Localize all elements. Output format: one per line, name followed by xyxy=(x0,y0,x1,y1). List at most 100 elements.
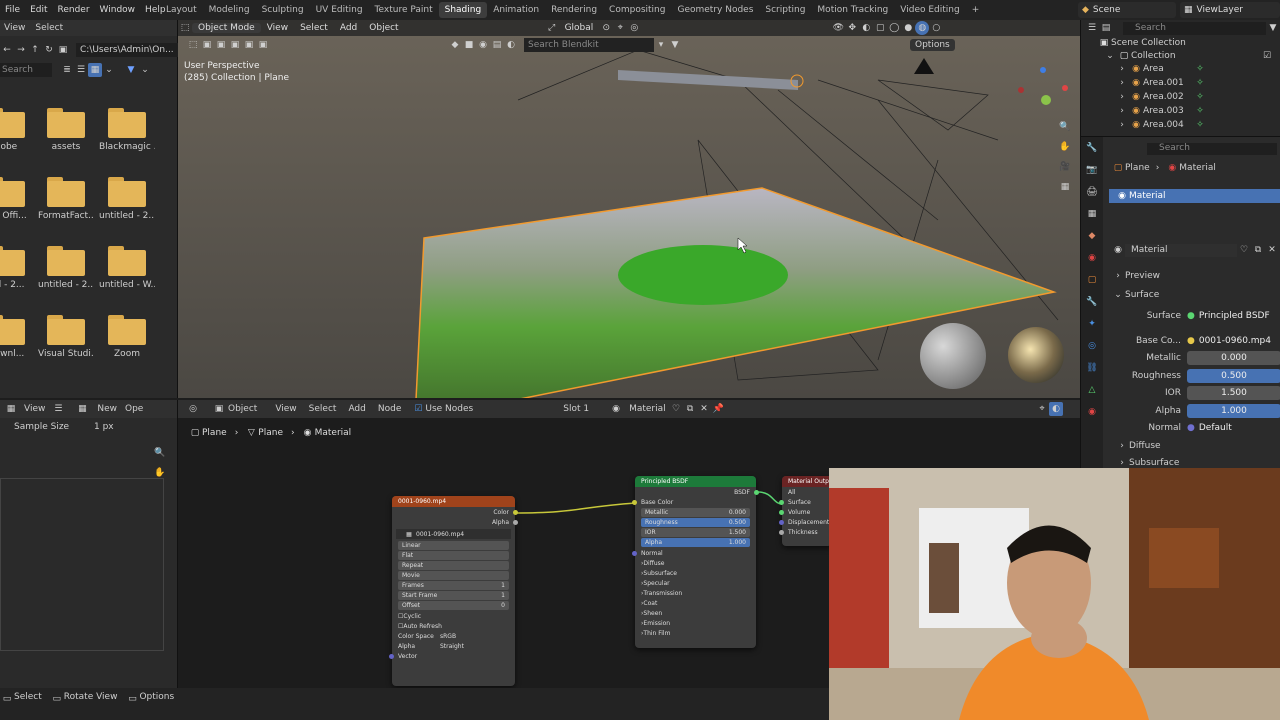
tab-scripting[interactable]: Scripting xyxy=(759,2,811,18)
folder-item[interactable]: untitled - 2... xyxy=(38,246,94,290)
filter-icon[interactable]: ▼ xyxy=(124,63,138,77)
grid-toggle-icon[interactable]: ▦ xyxy=(1058,180,1072,194)
panel-expand-icon[interactable]: › xyxy=(1115,439,1129,453)
folder-item[interactable]: Zoom xyxy=(99,315,155,359)
metallic-slider[interactable]: 0.000 xyxy=(1187,351,1280,365)
panel-coat[interactable]: › Coat xyxy=(635,598,756,608)
principled-bsdf-node[interactable]: Principled BSDF BSDF Base Color Metallic… xyxy=(632,476,759,648)
vp-menu-select[interactable]: Select xyxy=(294,23,334,33)
select-mode-intersect-icon[interactable]: ▣ xyxy=(256,38,270,52)
tab-shading[interactable]: Shading xyxy=(438,2,488,18)
viewport-scene[interactable] xyxy=(178,20,1080,398)
fake-user-icon[interactable]: ♡ xyxy=(1237,243,1251,257)
xray-icon[interactable]: ▢ xyxy=(873,21,887,35)
alpha-slider[interactable]: Alpha 1.000 xyxy=(641,538,750,547)
tab-modeling[interactable]: Modeling xyxy=(203,2,256,18)
folder-item[interactable]: led - 2... xyxy=(0,246,34,290)
expand-icon[interactable]: › xyxy=(1115,76,1129,90)
proportional-edit-icon[interactable]: ◎ xyxy=(627,21,641,35)
color-space-row[interactable]: Color Space sRGB xyxy=(392,631,515,641)
folder-item[interactable]: FormatFact... xyxy=(38,177,94,221)
start-frame-field[interactable]: Start Frame 1 xyxy=(398,591,509,600)
zoom-icon[interactable]: 🔍 xyxy=(1058,120,1072,134)
frames-field[interactable]: Frames 1 xyxy=(398,581,509,590)
folder-item[interactable]: untitled - W... xyxy=(99,246,155,290)
blendkit-models-icon[interactable]: ■ xyxy=(462,38,476,52)
display-mode-icon[interactable]: ▤ xyxy=(1099,21,1113,35)
target-dropdown[interactable]: All xyxy=(782,487,832,497)
image-editor-type-icon[interactable]: ▦ xyxy=(4,402,18,416)
overlay-icon[interactable]: ◐ xyxy=(859,21,873,35)
editor-type-icon[interactable]: ⬚ xyxy=(178,21,192,35)
modifier-tab-icon[interactable]: 🔧 xyxy=(1085,295,1099,309)
outliner-row-area[interactable]: › ◉ Area ✧ xyxy=(1081,62,1280,76)
forward-icon[interactable]: → xyxy=(14,43,28,57)
blendkit-materials-icon[interactable]: ◉ xyxy=(476,38,490,52)
constraints-tab-icon[interactable]: ⛓ xyxy=(1085,361,1099,375)
list-view-icon[interactable]: ≣ xyxy=(60,63,74,77)
vp-menu-view[interactable]: View xyxy=(261,23,294,33)
gizmo-toggle-icon[interactable]: ✥ xyxy=(845,21,859,35)
scene-selector[interactable]: ◆ Scene xyxy=(1078,2,1176,18)
blendkit-filter-icon[interactable]: ▼ xyxy=(668,38,682,52)
tab-animation[interactable]: Animation xyxy=(487,2,545,18)
new-image-button[interactable]: New xyxy=(97,404,117,414)
tab-rendering[interactable]: Rendering xyxy=(545,2,603,18)
panel-diffuse[interactable]: › Diffuse xyxy=(635,558,756,568)
solid-shading-icon[interactable]: ● xyxy=(901,21,915,35)
wireframe-shading-icon[interactable]: ◯ xyxy=(887,21,901,35)
expand-icon[interactable]: › xyxy=(1115,104,1129,118)
render-tab-icon[interactable]: 📷 xyxy=(1085,163,1099,177)
source-dropdown[interactable]: Movie xyxy=(398,571,509,580)
blendkit-scenes-icon[interactable]: ▤ xyxy=(490,38,504,52)
select-mode-new-icon[interactable]: ▣ xyxy=(200,38,214,52)
extension-dropdown[interactable]: Repeat xyxy=(398,561,509,570)
new-folder-icon[interactable]: ▣ xyxy=(56,43,70,57)
image-browse-icon[interactable]: ▦ xyxy=(75,402,89,416)
folder-item[interactable]: assets xyxy=(38,108,94,152)
fb-search-input[interactable]: Search xyxy=(0,63,52,77)
gizmo-x[interactable] xyxy=(1062,85,1068,91)
outliner-row-scene-collection[interactable]: ▣ Scene Collection xyxy=(1081,36,1280,49)
outliner-search-input[interactable]: Search xyxy=(1123,21,1266,35)
outliner-row-area-001[interactable]: › ◉ Area.001 ✧ xyxy=(1081,76,1280,90)
projection-dropdown[interactable]: Flat xyxy=(398,551,509,560)
physics-tab-icon[interactable]: ◎ xyxy=(1085,339,1099,353)
node-header[interactable]: 0001-0960.mp4 xyxy=(392,496,515,507)
mode-selector[interactable]: Object Mode xyxy=(192,23,261,33)
tab-compositing[interactable]: Compositing xyxy=(603,2,671,18)
fb-menu-select[interactable]: Select xyxy=(35,23,63,33)
parent-dir-icon[interactable]: ↑ xyxy=(28,43,42,57)
outliner-row-area-004[interactable]: › ◉ Area.004 ✧ xyxy=(1081,118,1280,132)
pan-hand-icon[interactable]: ✋ xyxy=(153,466,167,480)
refresh-icon[interactable]: ↻ xyxy=(42,43,56,57)
node-header[interactable]: Material Outp... xyxy=(782,476,832,487)
tab-video-editing[interactable]: Video Editing xyxy=(894,2,965,18)
path-field[interactable]: C:\Users\Admin\On... xyxy=(76,43,178,57)
menu-toggle-icon[interactable]: ☰ xyxy=(51,402,65,416)
vp-menu-object[interactable]: Object xyxy=(363,23,404,33)
vp-menu-add[interactable]: Add xyxy=(334,23,363,33)
3d-viewport[interactable]: ⬚ Object Mode View Select Add Object ⤢ G… xyxy=(178,20,1080,398)
outliner-editor-icon[interactable]: ☰ xyxy=(1085,21,1099,35)
outliner-row-collection[interactable]: ⌄ ▢ Collection ☑ xyxy=(1081,49,1280,62)
expand-icon[interactable]: › xyxy=(1115,62,1129,76)
image-selector[interactable]: ▦ 0001-0960.mp4 xyxy=(396,529,511,539)
ior-slider[interactable]: IOR 1.500 xyxy=(641,528,750,537)
panel-subsurface[interactable]: › Subsurface xyxy=(635,568,756,578)
cyclic-checkbox[interactable]: ☐ Cyclic xyxy=(392,611,515,621)
thumbnail-view-icon[interactable]: ▦ xyxy=(88,63,102,77)
add-workspace-button[interactable]: + xyxy=(966,2,986,18)
menu-file[interactable]: File xyxy=(0,5,25,15)
material-shading-icon[interactable]: ◍ xyxy=(915,21,930,35)
menu-window[interactable]: Window xyxy=(95,5,141,15)
object-tab-icon[interactable]: ▢ xyxy=(1085,273,1099,287)
image-texture-node[interactable]: 0001-0960.mp4 Color Alpha ▦ 0001-0960.mp4… xyxy=(389,496,518,686)
folder-item[interactable]: dobe xyxy=(0,108,34,152)
gizmo-neg-x[interactable] xyxy=(1018,87,1024,93)
expand-icon[interactable]: › xyxy=(1115,90,1129,104)
panel-transmission[interactable]: › Transmission xyxy=(635,588,756,598)
panel-thin-film[interactable]: › Thin Film xyxy=(635,628,756,638)
base-color-link-field[interactable]: ● 0001-0960.mp4 xyxy=(1187,334,1280,348)
normal-field[interactable]: ● Default xyxy=(1187,421,1280,435)
